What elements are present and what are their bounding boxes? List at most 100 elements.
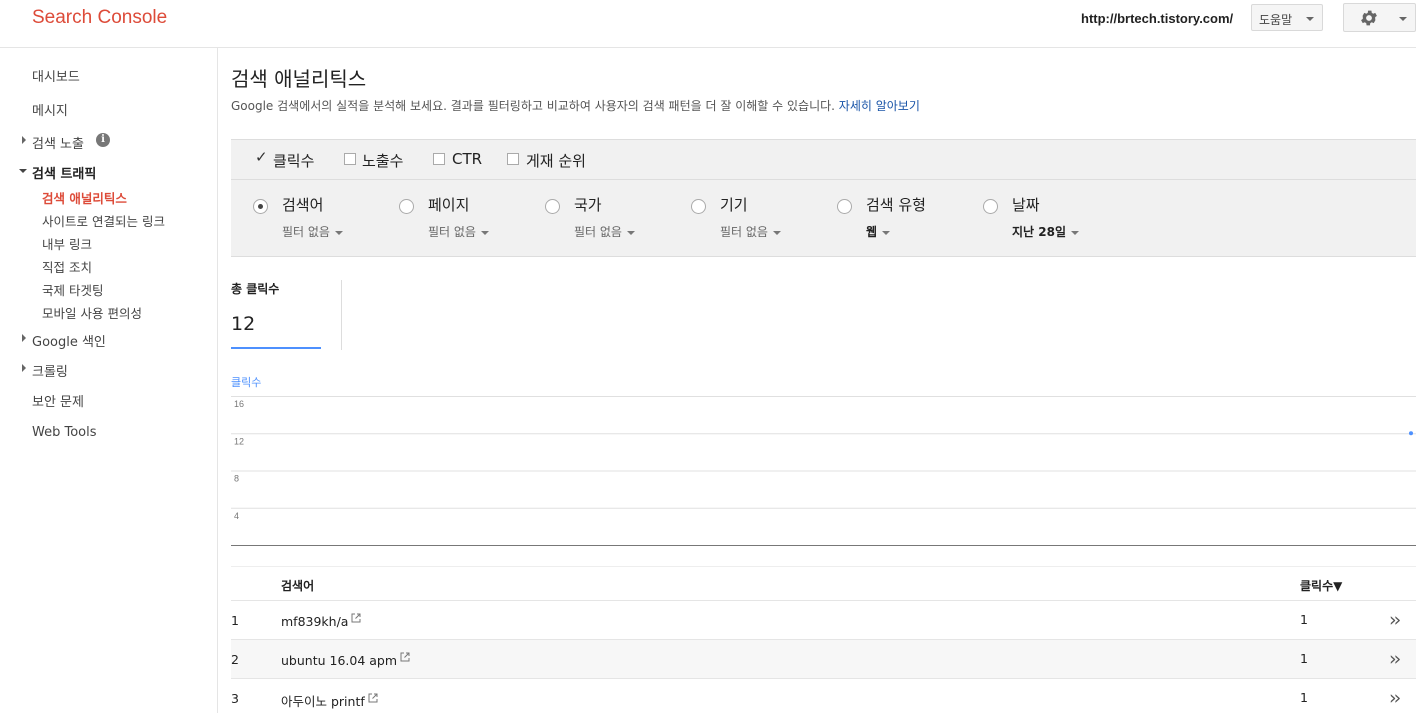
query-link[interactable]: 아두이노 printf [281,691,378,710]
query-text: ubuntu 16.04 apm [281,653,398,668]
chevron-down-icon [772,230,781,235]
checkmark-icon[interactable]: ✓ [255,148,268,166]
sidebar-item-search-appearance[interactable]: 검색 노출 [32,133,84,152]
external-link-icon[interactable] [368,693,378,703]
sidebar: 대시보드 메시지 검색 노출 i 검색 트래픽 검색 애널리틱스 사이트로 연결… [0,48,218,713]
row-index: 1 [231,613,239,628]
sidebar-item-mobile-usability[interactable]: 모바일 사용 편의성 [42,303,142,322]
query-link[interactable]: mf839kh/a [281,613,361,629]
table-row: 1 mf839kh/a 1 ›› [231,601,1416,640]
chevron-down-icon [480,230,489,235]
clicks-chart: 16 12 8 4 [231,396,1416,546]
filter-label: 지난 28일 [1012,225,1066,239]
group-by-bar: 검색어 필터 없음 페이지 필터 없음 국가 필터 없음 기기 필터 없음 검색… [231,180,1416,257]
expand-arrow-icon[interactable] [22,136,26,144]
query-text: 아두이노 printf [281,694,365,709]
sidebar-item-crawl[interactable]: 크롤링 [32,361,68,380]
y-tick-label: 16 [234,399,244,409]
header-query[interactable]: 검색어 [281,577,314,594]
table-row: 2 ubuntu 16.04 apm 1 ›› [231,640,1416,679]
filter-label: 필터 없음 [720,225,768,239]
info-icon[interactable]: i [96,133,110,147]
learn-more-link[interactable]: 자세히 알아보기 [839,99,920,113]
y-tick-label: 8 [234,474,239,484]
expand-arrow-icon[interactable] [22,364,26,372]
group-countries-radio[interactable] [545,199,560,214]
page-title: 검색 애널리틱스 [231,67,367,91]
metric-impressions-checkbox[interactable] [344,153,356,165]
help-button[interactable]: 도움말 [1251,4,1323,31]
group-queries-label[interactable]: 검색어 [282,194,323,215]
group-search-type-filter[interactable]: 웹 [866,223,891,240]
sidebar-item-manual-actions[interactable]: 직접 조치 [42,257,92,276]
y-tick-label: 12 [234,436,244,446]
double-chevron-right-icon[interactable]: ›› [1389,648,1401,670]
y-tick-label: 4 [234,511,239,521]
settings-button[interactable] [1343,3,1416,32]
page-description-text: Google 검색에서의 실적을 분석해 보세요. 결과를 필터링하고 비교하여… [231,99,835,113]
sidebar-item-international-targeting[interactable]: 국제 타겟팅 [42,280,103,299]
query-link[interactable]: ubuntu 16.04 apm [281,652,410,668]
sidebar-item-dashboard[interactable]: 대시보드 [32,66,80,85]
total-clicks-indicator [231,347,321,349]
totals-divider [341,280,342,350]
metric-clicks[interactable]: 클릭수 [273,150,314,171]
double-chevron-right-icon[interactable]: ›› [1389,687,1401,709]
filter-label: 필터 없음 [428,225,476,239]
metric-position-checkbox[interactable] [507,153,519,165]
table-header: 검색어 클릭수▼ [231,566,1416,601]
expand-arrow-icon[interactable] [22,334,26,342]
sidebar-item-links-to-site[interactable]: 사이트로 연결되는 링크 [42,211,165,230]
group-dates-radio[interactable] [983,199,998,214]
page-description: Google 검색에서의 실적을 분석해 보세요. 결과를 필터링하고 비교하여… [231,97,920,114]
total-clicks-label: 총 클릭수 [231,282,280,296]
double-chevron-right-icon[interactable]: ›› [1389,609,1401,631]
gear-icon [1361,10,1377,26]
group-dates-filter[interactable]: 지난 28일 [1012,223,1079,240]
site-url[interactable]: http://brtech.tistory.com/ [1081,11,1233,26]
chart-data-point[interactable] [1409,431,1413,436]
metric-impressions[interactable]: 노출수 [362,150,403,171]
group-devices-label[interactable]: 기기 [720,194,748,215]
metric-position[interactable]: 게재 순위 [526,150,586,171]
external-link-icon[interactable] [351,613,361,623]
chevron-down-icon [1399,17,1407,21]
group-search-type-label[interactable]: 검색 유형 [866,194,926,215]
group-pages-radio[interactable] [399,199,414,214]
help-button-label: 도움말 [1259,13,1293,27]
group-search-type-radio[interactable] [837,199,852,214]
total-clicks-value: 12 [231,313,256,335]
app-logo[interactable]: Search Console [32,7,167,29]
chevron-down-icon [334,230,343,235]
group-devices-filter[interactable]: 필터 없음 [720,223,781,240]
top-header: Search Console http://brtech.tistory.com… [0,0,1416,48]
sidebar-item-messages[interactable]: 메시지 [32,100,68,119]
query-text: mf839kh/a [281,614,349,629]
sidebar-item-search-traffic[interactable]: 검색 트래픽 [32,163,96,182]
sidebar-item-google-index[interactable]: Google 색인 [32,331,106,350]
row-clicks: 1 [1300,651,1308,666]
sidebar-item-security-issues[interactable]: 보안 문제 [32,391,84,410]
group-dates-label[interactable]: 날짜 [1012,194,1040,215]
row-index: 2 [231,652,239,667]
group-queries-filter[interactable]: 필터 없음 [282,223,343,240]
sidebar-item-search-analytics[interactable]: 검색 애널리틱스 [42,188,127,207]
group-pages-filter[interactable]: 필터 없음 [428,223,489,240]
row-clicks: 1 [1300,690,1308,705]
group-devices-radio[interactable] [691,199,706,214]
metric-ctr-checkbox[interactable] [433,153,445,165]
group-countries-filter[interactable]: 필터 없음 [574,223,635,240]
group-countries-label[interactable]: 국가 [574,194,602,215]
metrics-bar: ✓ 클릭수 노출수 CTR 게재 순위 [231,139,1416,180]
external-link-icon[interactable] [400,652,410,662]
sidebar-item-internal-links[interactable]: 내부 링크 [42,234,92,253]
chevron-down-icon [882,230,891,235]
chevron-down-icon [1071,230,1079,235]
group-queries-radio[interactable] [253,199,268,214]
sidebar-item-web-tools[interactable]: Web Tools [32,425,97,440]
header-clicks-sort[interactable]: 클릭수▼ [1300,577,1342,594]
filter-label: 필터 없음 [282,225,330,239]
metric-ctr[interactable]: CTR [452,150,482,168]
group-pages-label[interactable]: 페이지 [428,194,469,215]
collapse-arrow-icon[interactable] [19,169,27,173]
